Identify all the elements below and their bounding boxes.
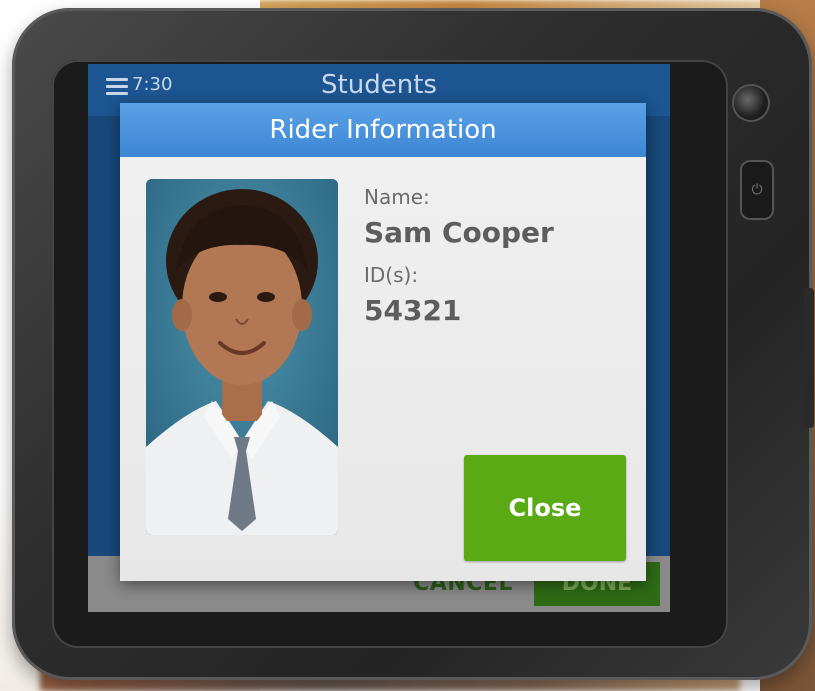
app-title: Students (321, 70, 437, 100)
close-button[interactable]: Close (464, 455, 626, 561)
rider-info-modal: Rider Information Name: Sam Cooper ID(s)… (120, 103, 646, 581)
name-value: Sam Cooper (364, 216, 554, 249)
name-label: Name: (364, 185, 430, 209)
power-icon: ⏻ (751, 182, 763, 198)
rider-photo (146, 179, 338, 535)
id-value: 54321 (364, 294, 462, 327)
side-button[interactable] (804, 288, 814, 428)
rider-portrait (146, 179, 338, 535)
modal-title: Rider Information (120, 103, 646, 157)
id-label: ID(s): (364, 263, 419, 287)
camera-icon (734, 86, 768, 120)
power-button[interactable]: ⏻ (740, 160, 774, 220)
